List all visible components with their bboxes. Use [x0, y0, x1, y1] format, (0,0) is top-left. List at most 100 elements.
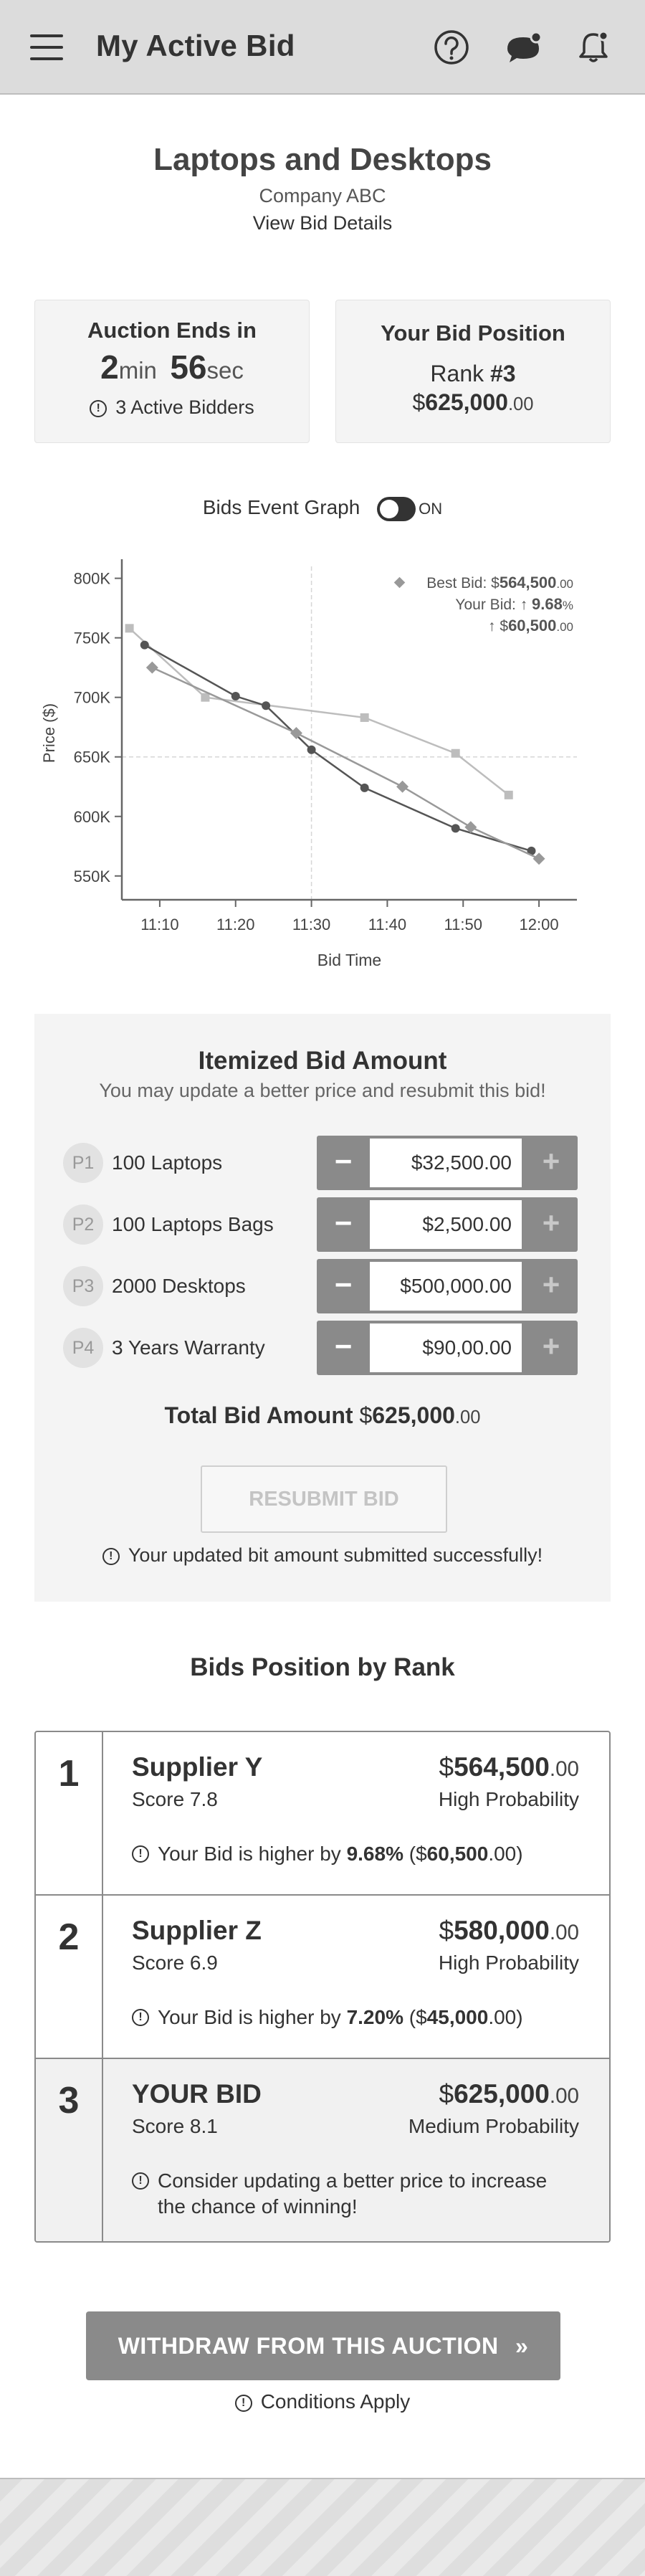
resubmit-bid-button[interactable]: RESUBMIT BID: [201, 1465, 447, 1533]
rank-note: ! Your Bid is higher by 7.20% ($45,000.0…: [132, 2005, 576, 2030]
price-main: 625,000: [454, 2079, 550, 2109]
x-tick-label: 12:00: [520, 916, 559, 933]
amount-currency: $: [412, 389, 426, 415]
footer-placeholder: [0, 2478, 645, 2576]
bids-graph-toggle-row: Bids Event Graph ON: [0, 496, 645, 521]
price-currency: $: [439, 1916, 454, 1945]
x-tick-label: 11:40: [368, 916, 406, 933]
item-tag: P2: [63, 1204, 103, 1245]
line-item: P1 100 Laptops − $32,500.00 +: [63, 1136, 586, 1190]
increase-button[interactable]: +: [525, 1259, 578, 1313]
increase-button[interactable]: +: [525, 1136, 578, 1190]
hamburger-menu-icon[interactable]: [30, 34, 63, 60]
price-cents: .00: [549, 1921, 579, 1944]
chat-icon[interactable]: [502, 26, 545, 69]
decrease-button[interactable]: −: [317, 1136, 370, 1190]
win-probability: Medium Probability: [408, 2115, 579, 2137]
graph-toggle-switch[interactable]: [377, 496, 416, 521]
note-amount: 45,000: [426, 2006, 489, 2028]
graph-toggle-label: Bids Event Graph: [202, 496, 360, 518]
price-input[interactable]: $2,500.00: [370, 1200, 522, 1249]
note-prefix: Your Bid is higher by: [158, 2006, 347, 2028]
data-point: [140, 640, 149, 650]
supplier-price: $564,500.00: [439, 1752, 579, 1782]
withdraw-button[interactable]: WITHDRAW FROM THIS AUCTION »: [86, 2311, 560, 2380]
help-icon[interactable]: [430, 26, 473, 69]
increase-button[interactable]: +: [525, 1197, 578, 1252]
decrease-button[interactable]: −: [317, 1259, 370, 1313]
y-tick-label: 750K: [74, 629, 111, 647]
price-stepper: − $500,000.00 +: [317, 1259, 578, 1313]
timer-seconds: 56: [170, 348, 207, 386]
itemized-title: Itemized Bid Amount: [198, 1047, 447, 1075]
y-tick-label: 550K: [74, 868, 111, 885]
timer-minutes: 2: [100, 348, 119, 386]
rank-row: 1 Supplier Y Score 7.8 $564,500.00 High …: [36, 1732, 609, 1894]
y-tick-label: 650K: [74, 748, 111, 766]
win-probability: High Probability: [438, 1952, 579, 1974]
line-item: P3 2000 Desktops − $500,000.00 +: [63, 1259, 586, 1313]
note-mid: ($: [403, 2006, 427, 2028]
auction-ends-label: Auction Ends in: [87, 318, 257, 343]
rank-note: ! Your Bid is higher by 9.68% ($60,500.0…: [132, 1841, 576, 1867]
data-point: [360, 783, 369, 792]
graph-toggle-state: ON: [419, 499, 443, 518]
data-point: [360, 713, 369, 722]
x-tick-label: 11:50: [444, 916, 482, 933]
decrease-button[interactable]: −: [317, 1197, 370, 1252]
total-label: Total Bid Amount: [164, 1402, 360, 1428]
listing-title: Laptops and Desktops: [153, 142, 492, 177]
rank-note-text: Your Bid is higher by 9.68% ($60,500.00): [158, 1841, 523, 1867]
note-suffix: .00): [488, 1843, 523, 1865]
decrease-button[interactable]: −: [317, 1321, 370, 1375]
top-bar: My Active Bid: [0, 0, 645, 95]
active-bidders-text: 3 Active Bidders: [115, 396, 254, 418]
data-point: [451, 748, 460, 758]
current-rank: Rank #3: [336, 361, 610, 387]
price-input[interactable]: $90,00.00: [370, 1323, 522, 1372]
data-point: [125, 624, 134, 633]
data-point: [145, 661, 158, 674]
page: My Active Bid Laptops and Desktops Compa…: [0, 0, 645, 2576]
supplier-name: YOUR BID: [132, 2079, 262, 2109]
supplier-name: Supplier Z: [132, 1916, 262, 1945]
info-icon: !: [90, 399, 108, 417]
data-point: [262, 701, 271, 710]
data-point: [201, 693, 210, 702]
view-bid-details-link[interactable]: View Bid Details: [236, 212, 408, 234]
info-icon: !: [234, 2394, 252, 2412]
rank-note: ! Consider updating a better price to in…: [132, 2168, 576, 2220]
price-cents: .00: [549, 2084, 579, 2108]
info-icon: !: [132, 1845, 149, 1863]
item-tag: P1: [63, 1143, 103, 1183]
itemized-subtitle: You may update a better price and resubm…: [99, 1080, 546, 1101]
total-bid-amount: Total Bid Amount $625,000.00: [34, 1402, 611, 1429]
conditions-link[interactable]: Conditions Apply: [261, 2390, 411, 2413]
amount-main: 625,000: [425, 389, 508, 415]
timer-min-unit: min: [118, 357, 157, 384]
y-tick-label: 600K: [74, 808, 111, 826]
supplier-score: Score 8.1: [132, 2115, 218, 2137]
series-line: [128, 627, 510, 796]
legend-best-bid: Best Bid: $564,500.00: [426, 574, 573, 591]
note-percent: 7.20%: [346, 2006, 403, 2028]
price-cents: .00: [549, 1757, 579, 1781]
rank-value: #3: [490, 361, 516, 386]
price-input[interactable]: $500,000.00: [370, 1262, 522, 1311]
note-mid: ($: [403, 1843, 427, 1865]
rank-prefix: Rank: [430, 361, 490, 386]
notification-bell-icon[interactable]: [572, 26, 615, 69]
item-tag: P4: [63, 1328, 103, 1368]
y-tick-label: 700K: [74, 689, 111, 707]
active-bidders: ! 3 Active Bidders: [35, 396, 309, 419]
note-suffix: .00): [488, 2006, 523, 2028]
data-point: [307, 745, 316, 754]
price-main: 580,000: [454, 1916, 550, 1945]
price-currency: $: [439, 2079, 454, 2109]
price-input[interactable]: $32,500.00: [370, 1139, 522, 1187]
series-line: [144, 644, 532, 852]
bid-position-label: Your Bid Position: [381, 320, 565, 346]
total-main: 625,000: [372, 1402, 455, 1428]
increase-button[interactable]: +: [525, 1321, 578, 1375]
price-stepper: − $90,00.00 +: [317, 1321, 578, 1375]
